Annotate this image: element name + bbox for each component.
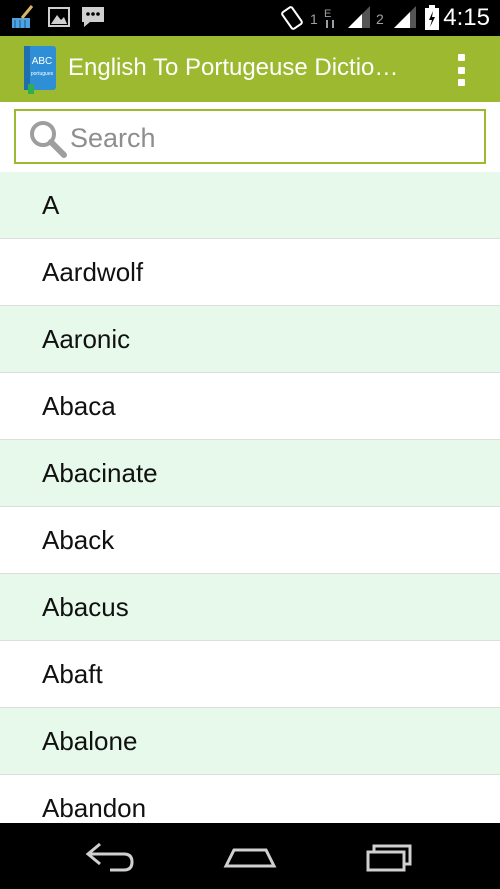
list-item[interactable]: Abaca [0,373,500,440]
list-item[interactable]: A [0,172,500,239]
rotate-icon [280,4,304,37]
action-bar: ABC portugues English To Portugeuse Dict… [0,36,500,102]
list-item[interactable]: Aardwolf [0,239,500,306]
word-label: Abaca [42,390,116,421]
word-label: Aback [42,524,115,555]
list-item[interactable]: Aback [0,507,500,574]
list-item[interactable]: Abaft [0,641,500,708]
image-icon [48,4,70,35]
word-list[interactable]: A Aardwolf Aaronic Abaca Abacinate Aback… [0,172,500,823]
list-item[interactable]: Abalone [0,708,500,775]
search-input[interactable] [68,115,472,161]
broom-icon [10,4,38,35]
word-label: Abalone [42,725,138,756]
overflow-dot [457,54,465,61]
signal-icon [346,4,372,35]
word-label: Aaronic [42,323,131,354]
overflow-dot [457,79,465,86]
data-icon: E [322,4,340,35]
app-title: English To Portugeuse Dictio… [68,54,399,81]
overflow-menu-button[interactable] [448,52,474,88]
sim2-label: 2 [376,11,384,27]
list-item[interactable]: Abacus [0,574,500,641]
search-icon [28,119,68,164]
home-icon[interactable] [220,836,280,876]
status-bar: 1 E 2 4:15 [0,0,500,36]
list-item[interactable]: Abandon [0,775,500,823]
navigation-bar [0,823,500,889]
word-label: Abacinate [42,457,158,488]
list-item[interactable]: Abacinate [0,440,500,507]
status-clock: 4:15 [443,4,490,31]
svg-text:ABC: ABC [32,56,53,67]
word-label: Abaft [42,658,103,689]
overflow-dot [457,66,465,74]
battery-icon [424,4,440,37]
chat-icon [80,4,106,35]
sim1-label: 1 [310,11,318,27]
list-item[interactable]: Aaronic [0,306,500,373]
word-label: Aardwolf [42,256,144,287]
word-label: Abacus [42,591,129,622]
recents-icon[interactable] [360,836,420,876]
word-label: Abandon [42,792,147,823]
app-logo-icon[interactable]: ABC portugues [20,44,60,94]
search-box[interactable] [14,109,486,164]
svg-text:E: E [324,8,331,20]
word-label: A [42,189,60,220]
svg-text:portugues: portugues [31,71,54,77]
signal-icon [392,4,418,35]
back-icon[interactable] [80,836,140,876]
